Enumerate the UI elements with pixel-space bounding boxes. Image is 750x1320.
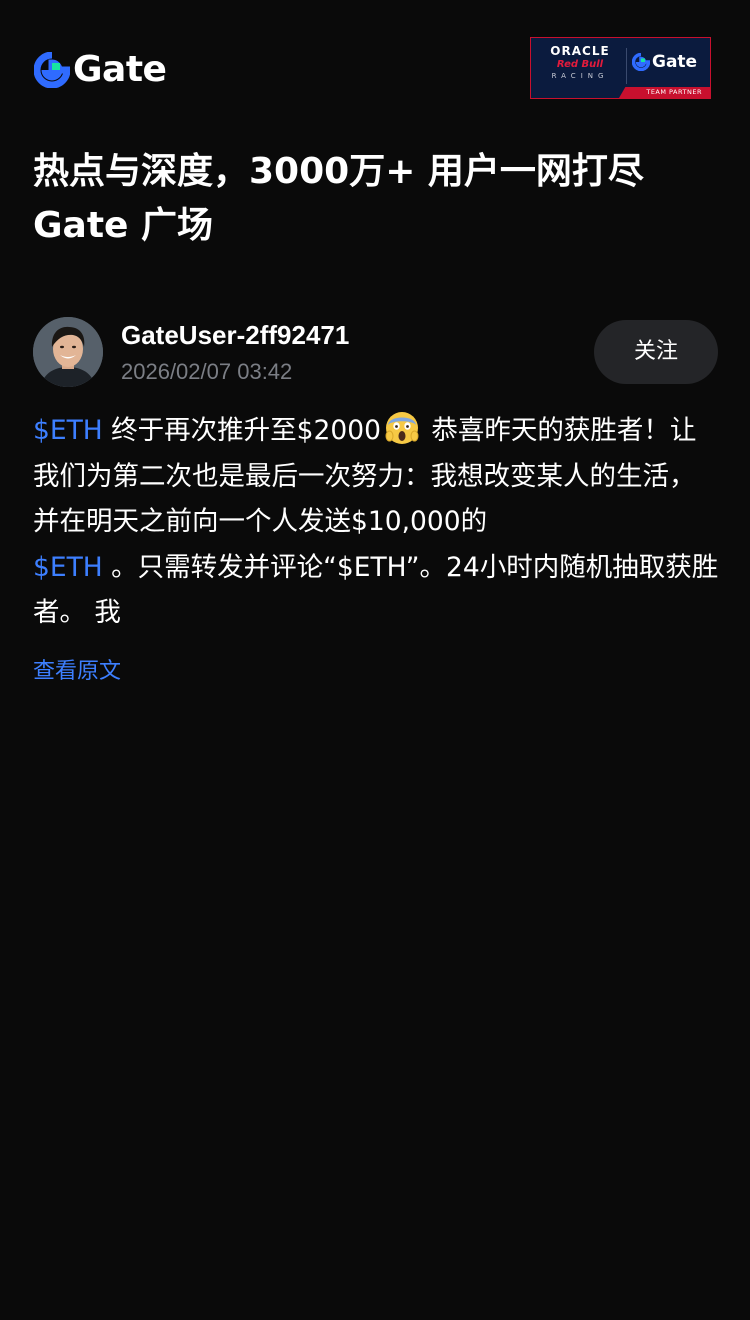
- partner-line-oracle: ORACLE: [550, 44, 610, 58]
- gate-logo-icon: [34, 52, 70, 88]
- headline-line-2: Gate 广场: [33, 205, 214, 246]
- eth-tag-link[interactable]: $ETH: [33, 415, 103, 446]
- gate-logo-small-icon: [632, 53, 650, 71]
- avatar-portrait-icon: [33, 317, 103, 387]
- author-avatar[interactable]: [33, 317, 103, 387]
- author-name[interactable]: GateUser-2ff92471: [121, 318, 349, 352]
- post-text-1: 终于再次推升至$2000: [102, 415, 381, 446]
- partner-gate-logo: Gate: [632, 51, 697, 73]
- post-timestamp: 2026/02/07 03:42: [121, 359, 293, 384]
- post-body: $ETH 终于再次推升至$2000 恭喜昨天的获胜者！让我们为第二次也是最后一次…: [33, 408, 721, 636]
- partner-divider: [626, 48, 627, 84]
- partner-badge: ORACLE Red Bull RACING Gate TEAM PARTNER: [530, 37, 711, 99]
- partner-gate-text: Gate: [652, 52, 698, 72]
- eth-tag-link-2[interactable]: $ETH: [33, 552, 103, 583]
- team-partner-label: TEAM PARTNER: [646, 88, 702, 96]
- logo-text: Gate: [73, 49, 167, 90]
- headline-line-1: 热点与深度，3000万+ 用户一网打尽: [33, 151, 644, 192]
- gate-logo[interactable]: Gate: [34, 49, 167, 90]
- view-original-link[interactable]: 查看原文: [33, 656, 121, 688]
- follow-button[interactable]: 关注: [594, 320, 718, 384]
- post-text-3: 。只需转发并评论“$ETH”。24小时内随机抽取获胜者。 我: [33, 551, 719, 629]
- oracle-red-bull-racing-logo: ORACLE Red Bull RACING: [539, 44, 621, 81]
- partner-line-racing: RACING: [551, 72, 609, 80]
- page-headline: 热点与深度，3000万+ 用户一网打尽 Gate 广场: [33, 145, 723, 253]
- partner-line-redbull: Red Bull: [556, 59, 604, 70]
- screaming-face-emoji-icon: [385, 411, 419, 445]
